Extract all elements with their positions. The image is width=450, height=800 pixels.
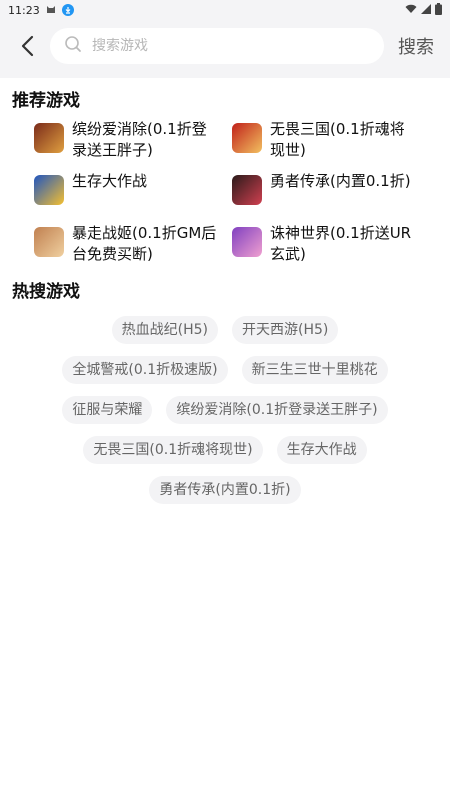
recommended-game-item[interactable]: 生存大作战 bbox=[34, 169, 232, 215]
search-input[interactable] bbox=[90, 37, 324, 55]
search-content: 推荐游戏 缤纷爱消除(0.1折登录送王胖子) 无畏三国(0.1折魂将现世) 生存大作… bbox=[0, 78, 450, 800]
hot-search-tag[interactable]: 全城警戒(0.1折极速版) bbox=[62, 356, 228, 384]
game-name: 勇者传承(内置0.1折) bbox=[270, 172, 411, 190]
battery-icon bbox=[435, 2, 442, 18]
wifi-icon bbox=[405, 4, 417, 17]
recommended-game-item[interactable]: 缤纷爱消除(0.1折登录送王胖子) bbox=[34, 117, 232, 163]
game-icon bbox=[34, 175, 64, 205]
search-box[interactable] bbox=[50, 28, 384, 64]
game-icon bbox=[232, 175, 262, 205]
search-button[interactable]: 搜索 bbox=[392, 33, 440, 59]
hot-search-tag[interactable]: 无畏三国(0.1折魂将现世) bbox=[83, 436, 263, 464]
hot-search-tag[interactable]: 新三生三世十里桃花 bbox=[241, 356, 388, 384]
recommended-game-item[interactable]: 无畏三国(0.1折魂将现世) bbox=[232, 117, 430, 163]
game-icon bbox=[232, 123, 262, 153]
recommended-game-item[interactable]: 诛神世界(0.1折送UR玄武) bbox=[232, 221, 430, 267]
search-icon bbox=[64, 35, 82, 57]
status-bar: 11:23 bbox=[0, 0, 450, 20]
hot-search-tag[interactable]: 生存大作战 bbox=[276, 436, 367, 464]
recommended-game-item[interactable]: 勇者传承(内置0.1折) bbox=[232, 169, 430, 215]
signal-icon bbox=[421, 3, 431, 17]
back-button[interactable] bbox=[12, 30, 44, 62]
hot-search-tag[interactable]: 勇者传承(内置0.1折) bbox=[149, 476, 301, 504]
hot-search-title: 热搜游戏 bbox=[12, 282, 80, 302]
game-icon bbox=[34, 227, 64, 257]
hot-search-tag[interactable]: 热血战纪(H5) bbox=[111, 316, 218, 344]
game-icon bbox=[34, 123, 64, 153]
game-name: 诛神世界(0.1折送UR玄武) bbox=[270, 224, 412, 263]
game-name: 生存大作战 bbox=[72, 172, 148, 190]
cat-notification-icon bbox=[46, 4, 56, 17]
recommended-game-item[interactable]: 暴走战姬(0.1折GM后台免费买断) bbox=[34, 221, 232, 267]
search-toolbar: 搜索 bbox=[0, 20, 450, 72]
game-icon bbox=[232, 227, 262, 257]
hot-search-tag[interactable]: 征服与荣耀 bbox=[62, 396, 153, 424]
chevron-left-icon bbox=[21, 35, 34, 57]
hot-search-tag[interactable]: 开天西游(H5) bbox=[232, 316, 339, 344]
game-name: 缤纷爱消除(0.1折登录送王胖子) bbox=[72, 120, 207, 159]
download-notification-icon bbox=[61, 4, 74, 16]
hot-search-tags: 热血战纪(H5) 开天西游(H5) 全城警戒(0.1折极速版) 新三生三世十里桃花征服… bbox=[0, 302, 450, 510]
status-time: 11:23 bbox=[8, 3, 40, 17]
game-name: 暴走战姬(0.1折GM后台免费买断) bbox=[72, 224, 217, 263]
recommended-title: 推荐游戏 bbox=[12, 91, 80, 111]
game-name: 无畏三国(0.1折魂将现世) bbox=[270, 120, 405, 159]
hot-search-tag[interactable]: 缤纷爱消除(0.1折登录送王胖子) bbox=[166, 396, 388, 424]
recommended-games-list: 缤纷爱消除(0.1折登录送王胖子) 无畏三国(0.1折魂将现世) 生存大作战 勇者传承… bbox=[0, 111, 450, 267]
